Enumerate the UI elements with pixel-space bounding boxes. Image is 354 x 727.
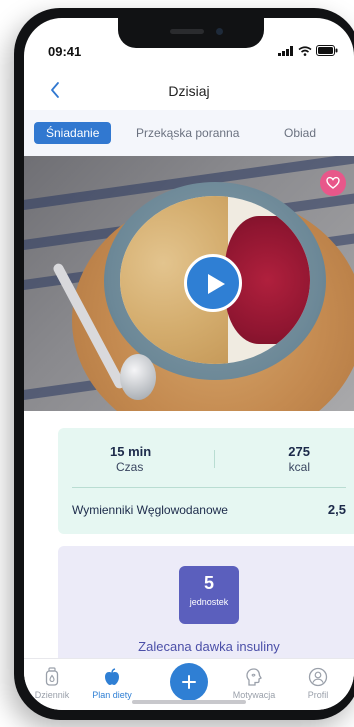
tab-motivation[interactable]: Motywacja: [224, 667, 284, 700]
plus-icon: [182, 675, 196, 689]
carb-exchange-value: 2,5: [327, 502, 346, 517]
prep-time-label: Czas: [116, 460, 144, 474]
app-screen: 09:41 Dzisiaj Śniadanie Przekąska porann…: [24, 18, 354, 710]
meal-tabs: Śniadanie Przekąska poranna Obiad: [24, 110, 354, 156]
insulin-label: Zalecana dawka insuliny: [138, 639, 280, 654]
calories-label: kcal: [288, 460, 310, 474]
user-icon: [308, 667, 328, 687]
camera: [216, 28, 223, 35]
status-icons: [278, 45, 338, 56]
phone-frame: 09:41 Dzisiaj Śniadanie Przekąska porann…: [14, 8, 354, 720]
wifi-icon: [298, 45, 312, 56]
insulin-dose-value: 5: [203, 573, 214, 593]
favorite-button[interactable]: [320, 170, 346, 196]
insulin-dose-unit: jednostek: [189, 597, 229, 607]
add-button[interactable]: [170, 663, 208, 701]
battery-icon: [316, 45, 338, 56]
tab-diet-plan[interactable]: Plan diety: [82, 667, 142, 700]
tab-label: Motywacja: [232, 690, 276, 700]
tab-breakfast[interactable]: Śniadanie: [34, 122, 112, 144]
calories-value: 275: [288, 444, 310, 459]
navigation-bar: Dzisiaj: [24, 72, 354, 108]
status-time: 09:41: [48, 44, 82, 59]
home-indicator: [132, 700, 246, 704]
signal-icon: [278, 45, 293, 56]
divider: [72, 487, 346, 488]
carb-exchange-label: Wymienniki Węglowodanowe: [72, 503, 228, 517]
play-icon: [208, 274, 225, 294]
drop-icon: [45, 667, 59, 686]
insulin-dose-badge: 5 jednostek: [179, 566, 239, 624]
tab-journal[interactable]: Dziennik: [24, 667, 82, 700]
meal-info-card: 15 min Czas 275 kcal Wymienniki Węglowod…: [58, 428, 354, 534]
tab-morning-snack[interactable]: Przekąska poranna: [136, 122, 239, 144]
divider: [214, 450, 215, 468]
prep-time-value: 15 min: [110, 444, 152, 459]
speaker: [170, 29, 204, 34]
heart-icon: [326, 176, 340, 189]
notch: [118, 18, 264, 48]
page-title: Dzisiaj: [168, 83, 210, 99]
tab-label: Dziennik: [34, 690, 70, 700]
tab-profile[interactable]: Profil: [288, 667, 348, 700]
spoon-head: [120, 354, 156, 400]
head-icon: [246, 668, 262, 686]
tab-label: Plan diety: [92, 690, 132, 700]
tab-lunch[interactable]: Obiad: [284, 122, 316, 144]
apple-icon: [105, 668, 119, 685]
tab-label: Profil: [307, 690, 329, 700]
insulin-card: 5 jednostek Zalecana dawka insuliny: [58, 546, 354, 676]
play-video-button[interactable]: [184, 254, 242, 312]
